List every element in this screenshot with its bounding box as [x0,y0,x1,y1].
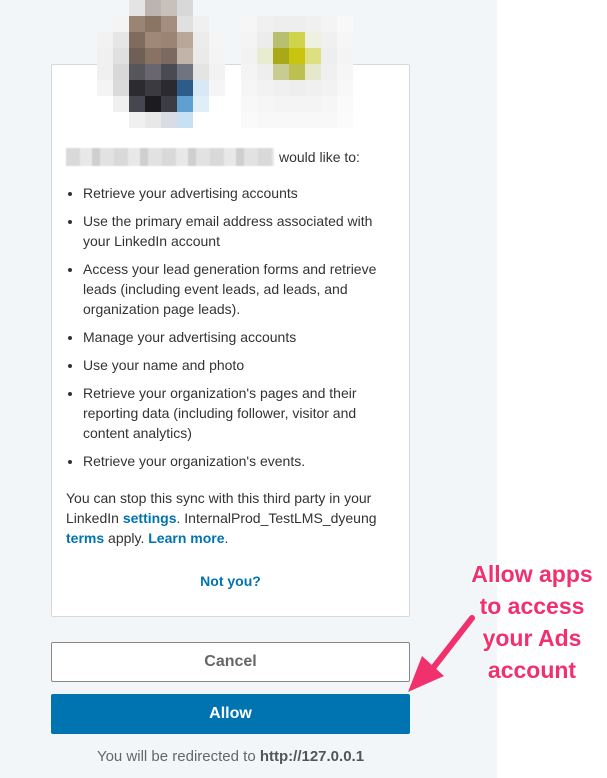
redirect-note: You will be redirected to http://127.0.0… [51,748,410,765]
permission-item: Use the primary email address associated… [83,211,396,251]
permission-item: Retrieve your organization's pages and t… [83,383,396,443]
redirect-prefix: You will be redirected to [96,748,260,765]
notice-text: . [224,530,229,546]
permission-item: Use your name and photo [83,355,396,375]
permission-item: Access your lead generation forms and re… [83,259,396,319]
permission-item: Retrieve your organization's events. [83,451,396,471]
notice-text: apply. [104,530,149,546]
cancel-button[interactable]: Cancel [51,642,410,682]
redirect-url: http://127.0.0.1 [259,748,365,765]
sync-notice: You can stop this sync with this third p… [66,488,396,548]
app-logo [241,16,353,128]
settings-link[interactable]: settings [123,510,177,526]
not-you-link[interactable]: Not you? [51,573,410,589]
terms-link[interactable]: terms [66,530,104,546]
requester-line: would like to: [66,147,360,167]
permission-item: Manage your advertising accounts [83,327,396,347]
learn-more-link[interactable]: Learn more [148,530,224,546]
annotation-arrow-icon [408,615,475,692]
would-like-to-label: would like to: [279,149,360,165]
notice-text: . InternalProd_TestLMS_dyeung [176,510,377,526]
permission-list: Retrieve your advertising accounts Use t… [66,183,396,479]
allow-button[interactable]: Allow [51,694,410,734]
redacted-app-name [66,148,274,166]
annotation-line: Allow apps [471,561,593,587]
permission-item: Retrieve your advertising accounts [83,183,396,203]
user-avatar [97,0,225,128]
